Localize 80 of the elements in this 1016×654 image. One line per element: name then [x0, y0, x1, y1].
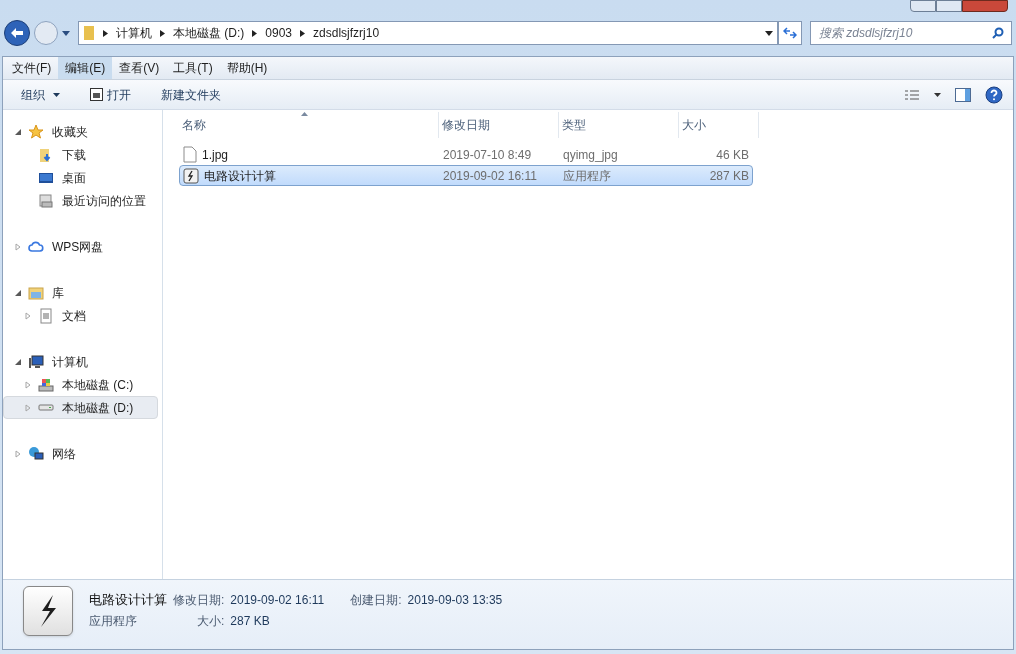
search-field[interactable]: 搜索 zdsdlsjfzrj10	[810, 21, 1012, 45]
chevron-right-icon[interactable]	[252, 29, 258, 37]
chevron-right-icon[interactable]	[300, 29, 306, 37]
tree-item[interactable]: 收藏夹	[3, 120, 158, 143]
details-label: 创建日期:	[350, 592, 402, 609]
tree-item[interactable]: WPS网盘	[3, 235, 158, 258]
tree-item[interactable]: 网络	[3, 442, 158, 465]
preview-pane-icon[interactable]	[955, 87, 971, 102]
tree-item[interactable]: 桌面	[3, 166, 158, 189]
file-row[interactable]: 1.jpg 2019-07-10 8:49 qyimg_jpg 46 KB	[179, 144, 753, 165]
tree-item[interactable]: 最近访问的位置	[3, 189, 158, 212]
new-folder-button[interactable]: 新建文件夹	[153, 85, 229, 104]
sort-ascending-icon	[301, 112, 308, 116]
breadcrumb-item[interactable]: 本地磁盘 (D:)	[173, 24, 245, 42]
details-label: 修改日期:	[173, 592, 225, 609]
file-icon	[183, 146, 197, 163]
details-value: 2019-09-02 16:11	[230, 592, 325, 609]
tree-item[interactable]: 本地磁盘 (C:)	[3, 373, 158, 396]
column-header[interactable]: 类型	[559, 112, 679, 138]
maximize-button[interactable]	[936, 0, 962, 12]
address-bar[interactable]: 计算机 本地磁盘 (D:) 0903 zdsdlsjfzrj10	[78, 21, 778, 45]
collapse-arrow-icon[interactable]	[14, 288, 22, 297]
collapse-arrow-icon[interactable]	[14, 127, 22, 136]
tree-item[interactable]: 本地磁盘 (D:)	[3, 396, 158, 419]
search-icon	[992, 27, 1004, 39]
lightning-app-icon	[183, 167, 199, 184]
dropdown-arrow-icon[interactable]	[62, 30, 70, 36]
drive-icon	[38, 404, 54, 411]
type-cell-text: 应用程序	[562, 167, 612, 185]
program-window-icon	[90, 88, 103, 101]
breadcrumb-item[interactable]: 计算机	[116, 24, 152, 42]
dropdown-arrow-icon[interactable]	[934, 92, 941, 97]
column-header[interactable]: 名称	[179, 112, 439, 138]
breadcrumb-item[interactable]: zdsdlsjfzrj10	[313, 24, 380, 42]
menu-item[interactable]: 帮助(H)	[219, 57, 275, 79]
library-folder-icon	[28, 284, 44, 301]
menu-item[interactable]: 文件(F)	[5, 57, 59, 79]
recent-places-icon	[38, 192, 54, 209]
modified-cell-text: 2019-07-10 8:49	[442, 146, 533, 164]
column-header[interactable]: 修改日期	[439, 112, 559, 138]
computer-icon	[28, 353, 44, 370]
size-cell-text: 46 KB	[715, 146, 750, 164]
tree-item[interactable]: 下载	[3, 143, 158, 166]
refresh-button[interactable]	[778, 21, 802, 45]
dropdown-arrow-icon	[53, 92, 60, 97]
organize-button[interactable]: 组织	[13, 85, 68, 104]
type-cell-text: qyimg_jpg	[562, 146, 619, 164]
size-cell-text: 287 KB	[708, 167, 750, 185]
file-name: 1.jpg	[202, 146, 229, 164]
back-button[interactable]	[4, 20, 30, 46]
tree-item[interactable]: 库	[3, 281, 158, 304]
details-name: 电路设计计算	[89, 591, 167, 609]
modified-cell-text: 2019-09-02 16:11	[442, 167, 538, 185]
collapse-arrow-icon[interactable]	[14, 357, 22, 366]
menu-item[interactable]: 工具(T)	[166, 57, 220, 79]
breadcrumb-item[interactable]: 0903	[265, 24, 293, 42]
column-header[interactable]: 大小	[679, 112, 759, 138]
menu-item[interactable]: 查看(V)	[112, 57, 167, 79]
help-icon[interactable]	[985, 85, 1003, 104]
file-name: 电路设计计算	[204, 167, 276, 185]
left-arrow-icon	[10, 27, 24, 39]
refresh-arrows-icon	[783, 27, 797, 39]
details-value: 2019-09-03 13:35	[407, 592, 503, 609]
folder-icon	[83, 25, 95, 41]
file-row[interactable]: 电路设计计算 2019-09-02 16:11 应用程序 287 KB	[179, 165, 753, 186]
tree-item[interactable]: 计算机	[3, 350, 158, 373]
minimize-button[interactable]	[910, 0, 936, 12]
star-icon	[28, 123, 44, 140]
dropdown-arrow-icon[interactable]	[765, 30, 773, 36]
network-icon	[28, 445, 44, 462]
document-icon	[38, 307, 54, 324]
details-label: 大小:	[196, 612, 225, 630]
menu-item[interactable]: 编辑(E)	[58, 57, 113, 79]
chevron-right-icon[interactable]	[160, 29, 165, 37]
tree-item[interactable]: 文档	[3, 304, 158, 327]
system-drive-icon	[38, 376, 54, 393]
open-button[interactable]: 打开	[82, 85, 139, 104]
details-value: 287 KB	[230, 612, 271, 630]
chevron-right-icon[interactable]	[103, 29, 108, 37]
details-type: 应用程序	[89, 612, 138, 630]
